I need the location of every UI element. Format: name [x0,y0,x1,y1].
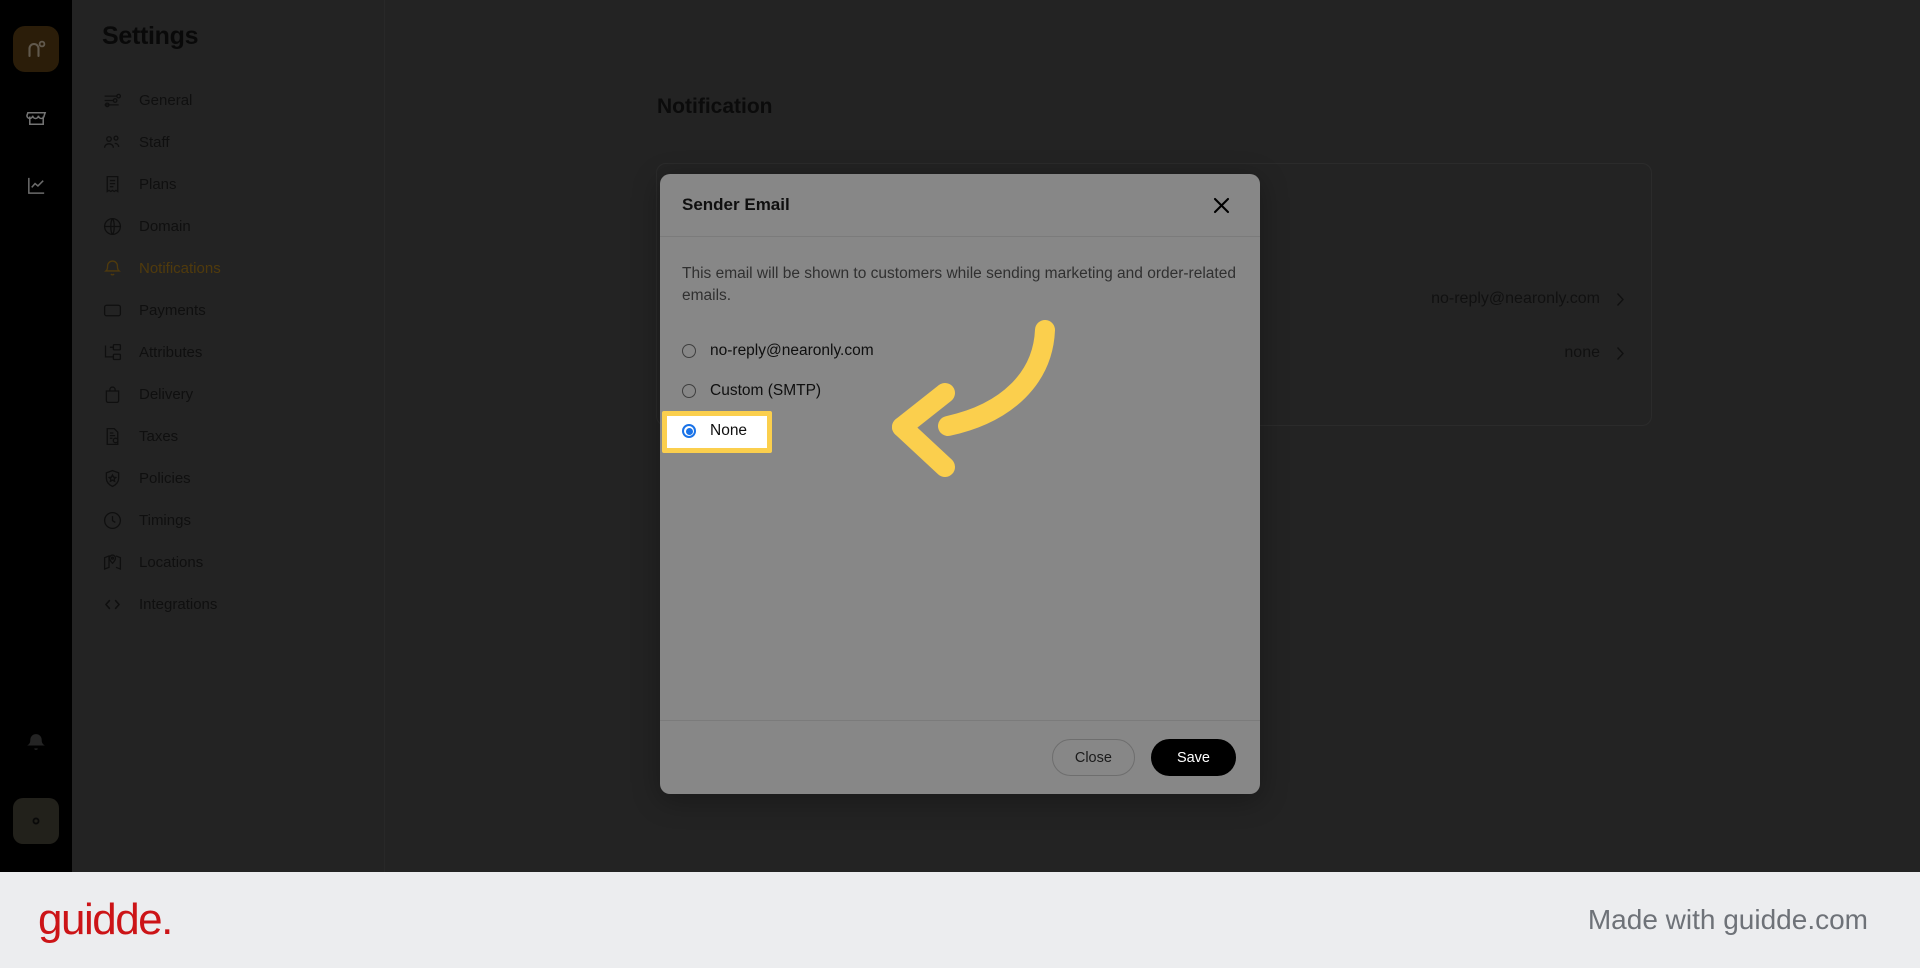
radio-icon [682,344,696,358]
radio-option-custom-smtp[interactable]: Custom (SMTP) [682,376,1238,406]
dialog-header: Sender Email [660,174,1260,237]
dialog-description: This email will be shown to customers wh… [682,265,1236,304]
radio-option-no-reply[interactable]: no-reply@nearonly.com [682,336,1238,366]
guidde-logo: guidde. [38,895,173,944]
radio-option-label: Custom (SMTP) [710,382,822,399]
sender-email-options: no-reply@nearonly.com Custom (SMTP) None [662,336,1238,453]
radio-option-none[interactable]: None [662,411,1238,453]
sender-email-dialog: Sender Email This email will be shown to… [660,174,1260,794]
app-root: Settings General Staff Plans Domain Noti… [0,0,1920,968]
radio-icon [682,424,696,438]
radio-option-label: no-reply@nearonly.com [710,342,874,359]
radio-icon [682,384,696,398]
radio-option-label: None [710,422,748,439]
made-with-text: Made with guidde.com [1587,904,1868,935]
close-button[interactable]: Close [1051,739,1135,776]
dialog-title: Sender Email [682,195,790,214]
dialog-footer: Close Save [660,720,1260,794]
dialog-body: This email will be shown to customers wh… [660,237,1260,720]
save-button[interactable]: Save [1150,739,1236,776]
close-icon[interactable] [1208,192,1234,218]
guidde-footer: guidde. Made with guidde.com [0,872,1920,968]
